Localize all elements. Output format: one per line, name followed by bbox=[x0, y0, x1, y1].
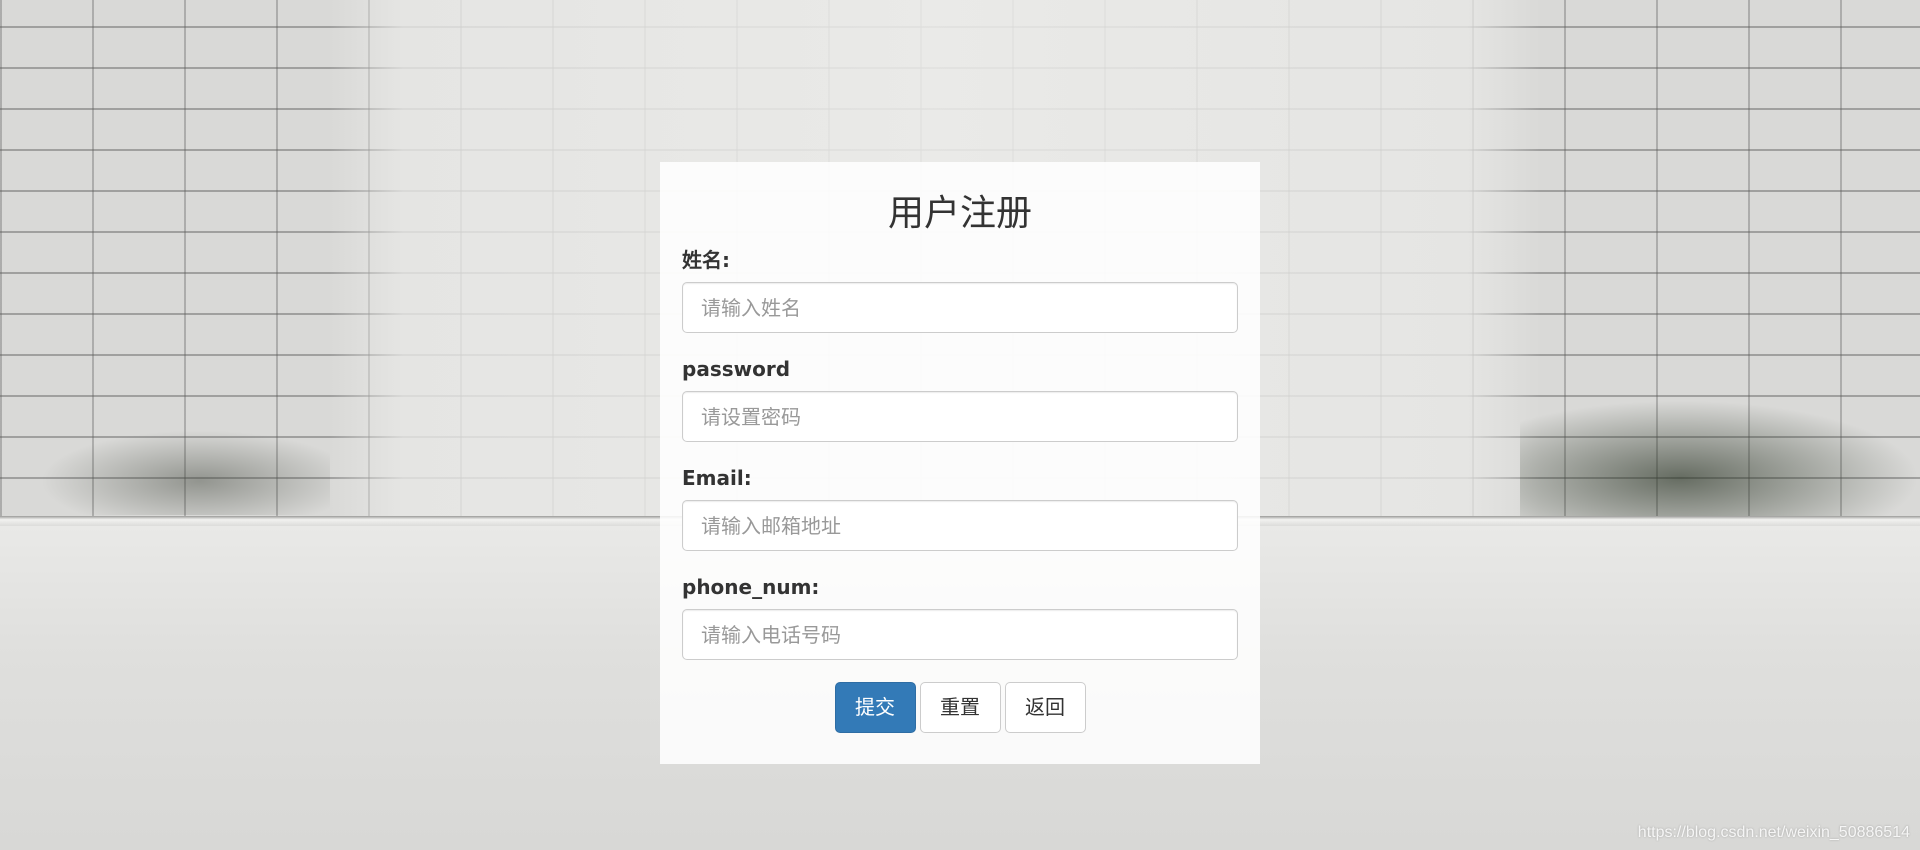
form-title: 用户注册 bbox=[887, 193, 1032, 234]
name-input[interactable] bbox=[682, 282, 1238, 333]
email-input[interactable] bbox=[682, 500, 1238, 551]
wall-shadow-right bbox=[1520, 400, 1920, 520]
watermark-text: https://blog.csdn.net/weixin_50886514 bbox=[1637, 824, 1910, 841]
back-button[interactable]: 返回 bbox=[1004, 682, 1086, 733]
form-actions: 提交 重置 返回 bbox=[682, 682, 1238, 733]
wall-shadow-left bbox=[40, 430, 330, 515]
password-field-group: password bbox=[682, 357, 1238, 442]
phone-field-group: phone_num: bbox=[682, 575, 1238, 660]
name-label: 姓名: bbox=[682, 248, 730, 272]
registration-form: 用户注册 姓名: password Email: phone_num: 提交 重… bbox=[660, 162, 1260, 764]
email-field-group: Email: bbox=[682, 466, 1238, 551]
reset-button[interactable]: 重置 bbox=[919, 682, 1001, 733]
email-label: Email: bbox=[682, 466, 752, 490]
password-input[interactable] bbox=[682, 391, 1238, 442]
password-label: password bbox=[682, 357, 791, 381]
page: 用户注册 姓名: password Email: phone_num: 提交 重… bbox=[0, 0, 1920, 850]
name-field-group: 姓名: bbox=[682, 248, 1238, 333]
phone-input[interactable] bbox=[682, 609, 1238, 660]
submit-button[interactable]: 提交 bbox=[834, 682, 916, 733]
phone-label: phone_num: bbox=[682, 575, 820, 599]
